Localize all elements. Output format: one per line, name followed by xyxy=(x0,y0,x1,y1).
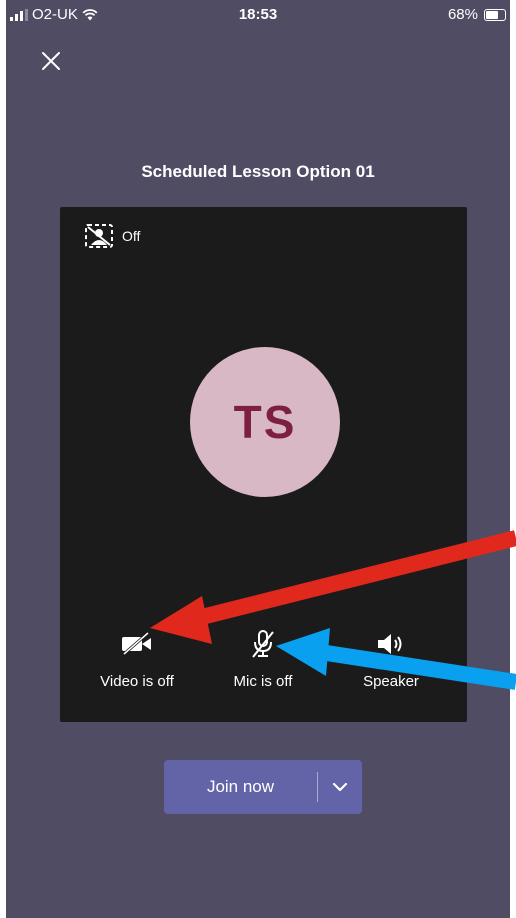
status-right: 68% xyxy=(448,6,506,23)
video-off-icon xyxy=(122,632,151,656)
video-label: Video is off xyxy=(100,673,174,690)
speaker-icon xyxy=(378,634,402,654)
chevron-down-icon xyxy=(332,782,348,792)
video-preview: Off TS Video is off Mic is off Speaker xyxy=(60,207,467,722)
status-time: 18:53 xyxy=(238,6,278,23)
avatar: TS xyxy=(190,347,340,497)
speaker-button[interactable]: Speaker xyxy=(336,627,446,690)
battery-icon xyxy=(484,8,506,21)
background-effects-icon xyxy=(85,224,113,248)
speaker-label: Speaker xyxy=(363,673,419,690)
join-now-button[interactable]: Join now xyxy=(164,777,317,797)
mic-label: Mic is off xyxy=(233,673,293,690)
battery-percent: 68% xyxy=(447,6,478,23)
phone-screen: O2-UK 18:53 68% Scheduled Lesson Option … xyxy=(6,0,510,918)
background-effects-toggle[interactable]: Off xyxy=(84,223,140,249)
status-bar: O2-UK 18:53 68% xyxy=(6,0,510,28)
close-icon[interactable] xyxy=(38,48,64,74)
join-button-group: Join now xyxy=(164,760,362,814)
meeting-title: Scheduled Lesson Option 01 xyxy=(141,162,375,181)
join-options-button[interactable] xyxy=(318,760,362,814)
background-effects-label: Off xyxy=(122,228,141,244)
mic-toggle-button[interactable]: Mic is off xyxy=(208,627,318,690)
video-toggle-button[interactable]: Video is off xyxy=(82,627,192,690)
mic-off-icon xyxy=(252,630,274,658)
